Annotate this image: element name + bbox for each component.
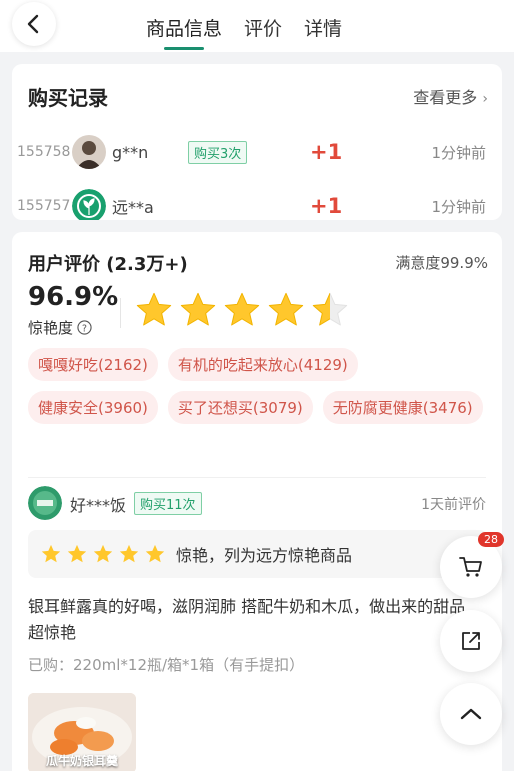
satisfaction-rate: 满意度99.9% [395,254,488,272]
plus-count: +1 [310,140,343,164]
cart-icon [459,557,482,577]
divider [28,477,486,478]
purchase-id: 155757 [17,198,71,214]
buyer-name: 远**a [112,198,154,217]
purchase-row: 155758 g**n 购买3次 +1 1分钟前 [12,132,502,172]
star-icon [136,292,172,326]
star-icon [180,292,216,326]
review-tag[interactable]: 有机的吃起来放心(4129) [167,348,358,381]
amazing-label[interactable]: 惊艳度 ? [28,317,92,338]
star-icon [145,544,165,563]
tab-reviews[interactable]: 评价 [244,14,282,41]
cart-count-badge: 28 [478,532,504,547]
half-star-icon [312,292,348,326]
top-bar: 商品信息 评价 详情 [0,0,514,52]
purchase-count-badge: 购买3次 [188,140,248,164]
review-time: 1天前评价 [421,497,486,513]
avatar [72,135,106,169]
avatar [72,189,106,220]
review-tag[interactable]: 健康安全(3960) [28,391,158,424]
review-tag[interactable]: 嘎嘎好吃(2162) [28,348,158,381]
back-button[interactable] [12,2,56,46]
purchase-time: 1分钟前 [431,197,486,216]
tab-product-info[interactable]: 商品信息 [146,14,222,50]
divider [120,298,121,328]
purchase-id: 155758 [17,144,71,160]
review-text: 银耳鲜露真的好喝，滋阴润肺 搭配牛奶和木瓜，做出来的甜品超惊艳 [28,597,466,642]
star-icon [224,292,260,326]
purchase-time: 1分钟前 [431,143,486,162]
verdict-text: 惊艳，列为远方惊艳商品 [176,546,353,565]
share-button[interactable] [440,610,502,672]
reviewer-name: 好***饭 [70,496,127,515]
reviews-card: 用户评价 (2.3万+) 满意度99.9% 96.9% 惊艳度 ? 嘎嘎好吃(2… [12,232,502,771]
review-tag[interactable]: 无防腐更健康(3476) [322,391,483,424]
view-more-link[interactable]: 查看更多 › [413,84,488,108]
star-icon [41,544,61,563]
star-icon [93,544,113,563]
reviews-title: 用户评价 (2.3万+) [28,254,188,275]
reviewer-purchase-badge: 购买11次 [134,492,202,515]
amazing-percent: 96.9% [28,282,119,312]
tab-details[interactable]: 详情 [304,14,342,41]
back-to-top-button[interactable] [440,683,502,745]
buyer-name: g**n [112,142,149,162]
chevron-up-icon [460,708,482,720]
plus-count: +1 [310,194,343,218]
tab-bar: 商品信息 评价 详情 [146,14,342,50]
review-tag[interactable]: 买了还想买(3079) [167,391,313,424]
review-image[interactable]: 瓜牛奶银耳羹 [28,693,136,771]
purchase-records-title: 购买记录 [28,86,108,110]
svg-text:?: ? [82,323,87,334]
reviewer-avatar [28,486,62,520]
chevron-right-icon: › [482,91,488,107]
share-icon [462,632,480,650]
star-icon [119,544,139,563]
review-image-caption: 瓜牛奶银耳羹 [45,754,118,768]
star-icon [67,544,87,563]
rating-stars [134,290,350,330]
cart-button[interactable]: 28 [440,532,504,598]
help-icon: ? [77,320,92,335]
purchased-spec: 已购：220ml*12瓶/箱*1箱（有手提扣） [28,656,305,674]
chevron-left-icon [27,14,39,34]
review-tags: 嘎嘎好吃(2162) 有机的吃起来放心(4129) 健康安全(3960) 买了还… [28,348,488,424]
purchase-row: 155757 远**a +1 1分钟前 [12,186,502,220]
amazing-label-text: 惊艳度 [28,319,74,337]
purchase-records-card: 购买记录 查看更多 › 155758 g**n 购买3次 +1 1分钟前 155… [12,64,502,220]
view-more-label: 查看更多 [413,88,478,107]
review-verdict: 惊艳，列为远方惊艳商品 [28,530,488,578]
star-icon [268,292,304,326]
